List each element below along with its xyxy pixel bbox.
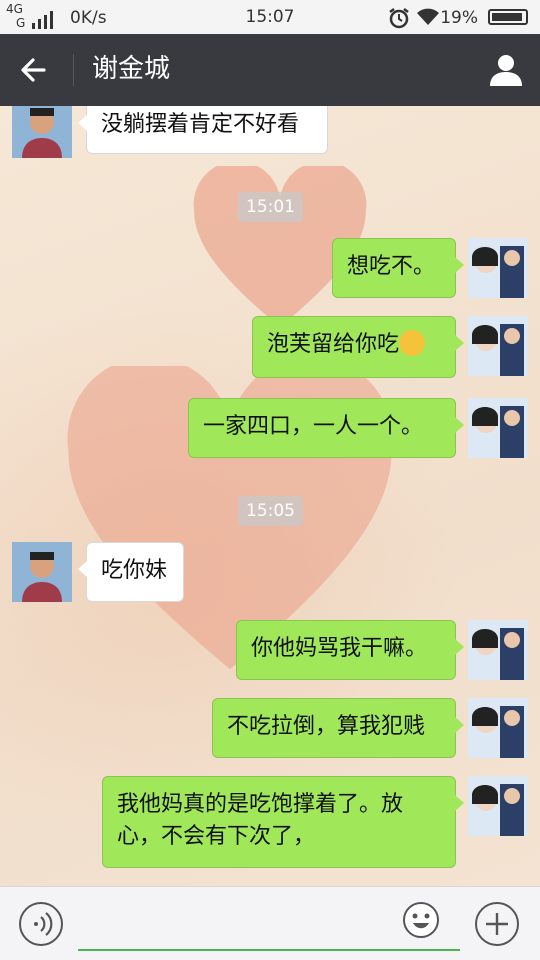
avatar-self[interactable] — [468, 238, 528, 298]
message-bubble[interactable]: 你他妈骂我干嘛。 — [236, 620, 464, 680]
message-bubble[interactable]: 我他妈真的是吃饱撑着了。放心，不会有下次了， — [102, 776, 464, 868]
avatar-self[interactable] — [468, 398, 528, 458]
status-bar: 4G G 0K/s 15:07 19% — [0, 0, 540, 34]
message-bubble[interactable]: 想吃不。 — [332, 238, 464, 298]
battery-percent: 19% — [440, 8, 478, 28]
header-divider — [73, 54, 74, 86]
input-bar — [0, 886, 540, 960]
heart-eyes-emoji — [399, 330, 426, 356]
message-bubble[interactable]: 吃你妹 — [78, 542, 184, 602]
battery-icon — [488, 9, 528, 25]
avatar-contact[interactable] — [12, 542, 72, 602]
message-bubble[interactable]: 一家四口，一人一个。 — [188, 398, 464, 458]
arrow-left-icon[interactable] — [14, 50, 58, 90]
avatar-self[interactable] — [468, 776, 528, 836]
chat-title: 谢金城 — [92, 54, 171, 84]
message-bubble[interactable]: 不吃拉倒，算我犯贱 — [212, 698, 464, 758]
timestamp: 15:01 — [238, 192, 303, 222]
avatar-self[interactable] — [468, 698, 528, 758]
timestamp: 15:05 — [238, 496, 303, 526]
avatar-self[interactable] — [468, 620, 528, 680]
wifi-icon — [417, 8, 439, 25]
alarm-icon — [389, 8, 409, 29]
smiley-icon[interactable] — [402, 901, 440, 939]
voice-icon[interactable] — [18, 901, 64, 947]
message-bubble[interactable]: 泡芙留给你吃 — [252, 316, 464, 378]
chat-header: 谢金城 — [0, 34, 540, 106]
message-bubble[interactable]: 没躺摆着肯定不好看 — [78, 106, 328, 154]
plus-icon[interactable] — [474, 901, 520, 947]
person-icon[interactable] — [486, 50, 526, 90]
chat-area[interactable]: 没躺摆着肯定不好看 15:01 想吃不。 泡芙留给你吃 一家四口，一人一个。 1… — [0, 106, 540, 886]
avatar-self[interactable] — [468, 316, 528, 376]
avatar-contact[interactable] — [12, 106, 72, 158]
